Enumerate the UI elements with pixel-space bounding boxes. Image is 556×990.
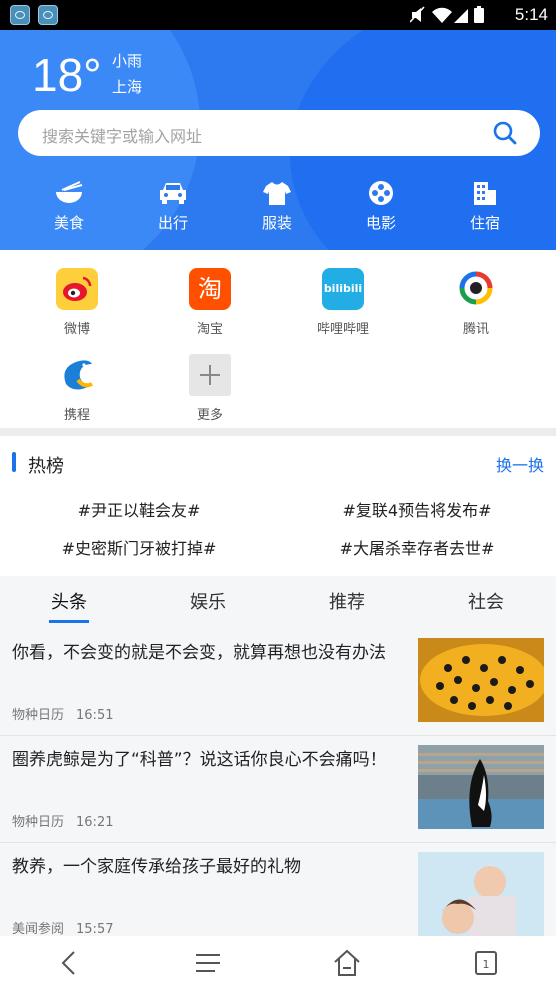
news-item[interactable]: 你看，不会变的就是不会变，就算再想也没有办法 物种日历 16:51 — [0, 630, 556, 736]
app-bilibili[interactable]: bilibili 哔哩哔哩 — [293, 268, 393, 337]
hot-topic[interactable]: #复联4预告将发布# — [278, 497, 556, 521]
tencent-icon — [455, 268, 497, 310]
app-ctrip[interactable]: 携程 — [27, 354, 127, 423]
category-movie[interactable]: 电影 — [346, 180, 416, 233]
category-label: 美食 — [53, 214, 84, 232]
news-meta: 物种日历 16:21 — [12, 811, 113, 830]
search-icon[interactable] — [492, 120, 518, 146]
weather-info[interactable]: 小雨 上海 — [112, 48, 142, 100]
app-taobao[interactable]: 淘 淘宝 — [160, 268, 260, 337]
home-icon[interactable] — [332, 948, 362, 978]
menu-icon[interactable] — [193, 948, 223, 978]
bilibili-icon: bilibili — [322, 268, 364, 310]
search-bar[interactable]: 搜索关键字或输入网址 — [18, 110, 540, 156]
category-food[interactable]: 美食 — [34, 180, 104, 233]
status-time: 5:14 — [514, 5, 548, 24]
news-time: 16:51 — [76, 708, 114, 723]
signal-icon — [454, 9, 468, 23]
notification-app-icon — [38, 5, 58, 25]
weather-condition: 小雨 — [112, 52, 143, 70]
mute-icon — [410, 6, 425, 23]
news-meta: 美闻参阅 15:57 — [12, 918, 113, 936]
notification-app-icon — [10, 5, 30, 25]
news-source: 美闻参阅 — [12, 922, 65, 936]
news-feed: 头条 娱乐 推荐 社会 你看，不会变的就是不会变，就算再想也没有办法 物种日历 1… — [0, 576, 556, 936]
car-icon — [160, 183, 186, 204]
battery-icon — [474, 6, 484, 23]
hot-list-title: 热榜 — [28, 456, 64, 477]
wifi-icon — [432, 7, 452, 23]
app-label: 更多 — [196, 408, 223, 423]
hero-header: 18° 小雨 上海 搜索关键字或输入网址 美食 出行 服装 电影 住宿 — [0, 30, 556, 250]
news-title: 你看，不会变的就是不会变，就算再想也没有办法 — [12, 643, 386, 663]
news-tabs: 头条 娱乐 推荐 社会 — [0, 576, 556, 624]
news-time: 16:21 — [76, 815, 114, 830]
food-bowl-icon — [56, 181, 83, 203]
category-travel[interactable]: 出行 — [138, 180, 208, 233]
category-label: 电影 — [365, 214, 396, 232]
hot-topic[interactable]: #史密斯门牙被打掉# — [0, 535, 278, 559]
tab-recommended[interactable]: 推荐 — [307, 588, 387, 614]
shirt-icon — [263, 182, 291, 205]
film-reel-icon — [369, 181, 393, 205]
back-icon[interactable] — [54, 948, 84, 978]
app-label: 哔哩哔哩 — [316, 322, 369, 337]
app-label: 腾讯 — [462, 322, 489, 337]
taobao-icon: 淘 — [189, 268, 231, 310]
ctrip-icon — [56, 354, 98, 396]
news-source: 物种日历 — [12, 708, 65, 723]
app-weibo[interactable]: 微博 — [27, 268, 127, 337]
app-more[interactable]: 更多 — [160, 354, 260, 423]
category-label: 出行 — [157, 214, 188, 232]
news-item[interactable]: 圈养虎鲸是为了“科普”？说这话你良心不会痛吗！ 物种日历 16:21 — [0, 737, 556, 843]
news-title: 教养，一个家庭传承给孩子最好的礼物 — [12, 857, 301, 877]
news-item[interactable]: 教养，一个家庭传承给孩子最好的礼物 美闻参阅 15:57 — [0, 844, 556, 936]
weather-city: 上海 — [112, 78, 143, 96]
status-bar: 5:14 — [0, 0, 556, 30]
category-lodging[interactable]: 住宿 — [450, 180, 520, 233]
tab-headlines[interactable]: 头条 — [29, 588, 109, 614]
section-divider — [0, 428, 556, 436]
tab-society[interactable]: 社会 — [446, 588, 526, 614]
hot-topic[interactable]: #尹正以鞋会友# — [0, 497, 278, 521]
category-clothing[interactable]: 服装 — [242, 180, 312, 233]
search-input[interactable]: 搜索关键字或输入网址 — [42, 123, 202, 147]
section-marker — [12, 452, 16, 472]
hot-topic[interactable]: #大屠杀幸存者去世# — [278, 535, 556, 559]
app-label: 淘宝 — [196, 322, 223, 337]
bottom-nav: 1 — [0, 936, 556, 990]
refresh-button[interactable]: 换一换 — [496, 452, 544, 476]
weibo-icon — [56, 268, 98, 310]
temperature: 18° — [32, 49, 102, 101]
app-shortcuts: 微博 淘 淘宝 bilibili 哔哩哔哩 腾讯 携程 更多 — [0, 250, 556, 428]
news-title: 圈养虎鲸是为了“科普”？说这话你良心不会痛吗！ — [12, 750, 387, 770]
app-label: 携程 — [63, 408, 90, 423]
news-thumbnail — [418, 638, 544, 722]
news-source: 物种日历 — [12, 815, 65, 830]
category-label: 住宿 — [469, 214, 500, 232]
tabs-icon[interactable]: 1 — [471, 948, 501, 978]
app-tencent[interactable]: 腾讯 — [426, 268, 526, 337]
news-thumbnail — [418, 745, 544, 829]
svg-text:1: 1 — [483, 958, 490, 971]
category-label: 服装 — [261, 214, 292, 232]
status-icons — [410, 6, 484, 23]
app-label: 微博 — [63, 322, 90, 337]
news-meta: 物种日历 16:51 — [12, 704, 113, 723]
active-tab-indicator — [49, 620, 89, 623]
building-icon — [474, 182, 496, 205]
news-time: 15:57 — [76, 922, 114, 936]
plus-icon — [189, 354, 231, 396]
tab-entertainment[interactable]: 娱乐 — [168, 588, 248, 614]
news-thumbnail — [418, 852, 544, 936]
